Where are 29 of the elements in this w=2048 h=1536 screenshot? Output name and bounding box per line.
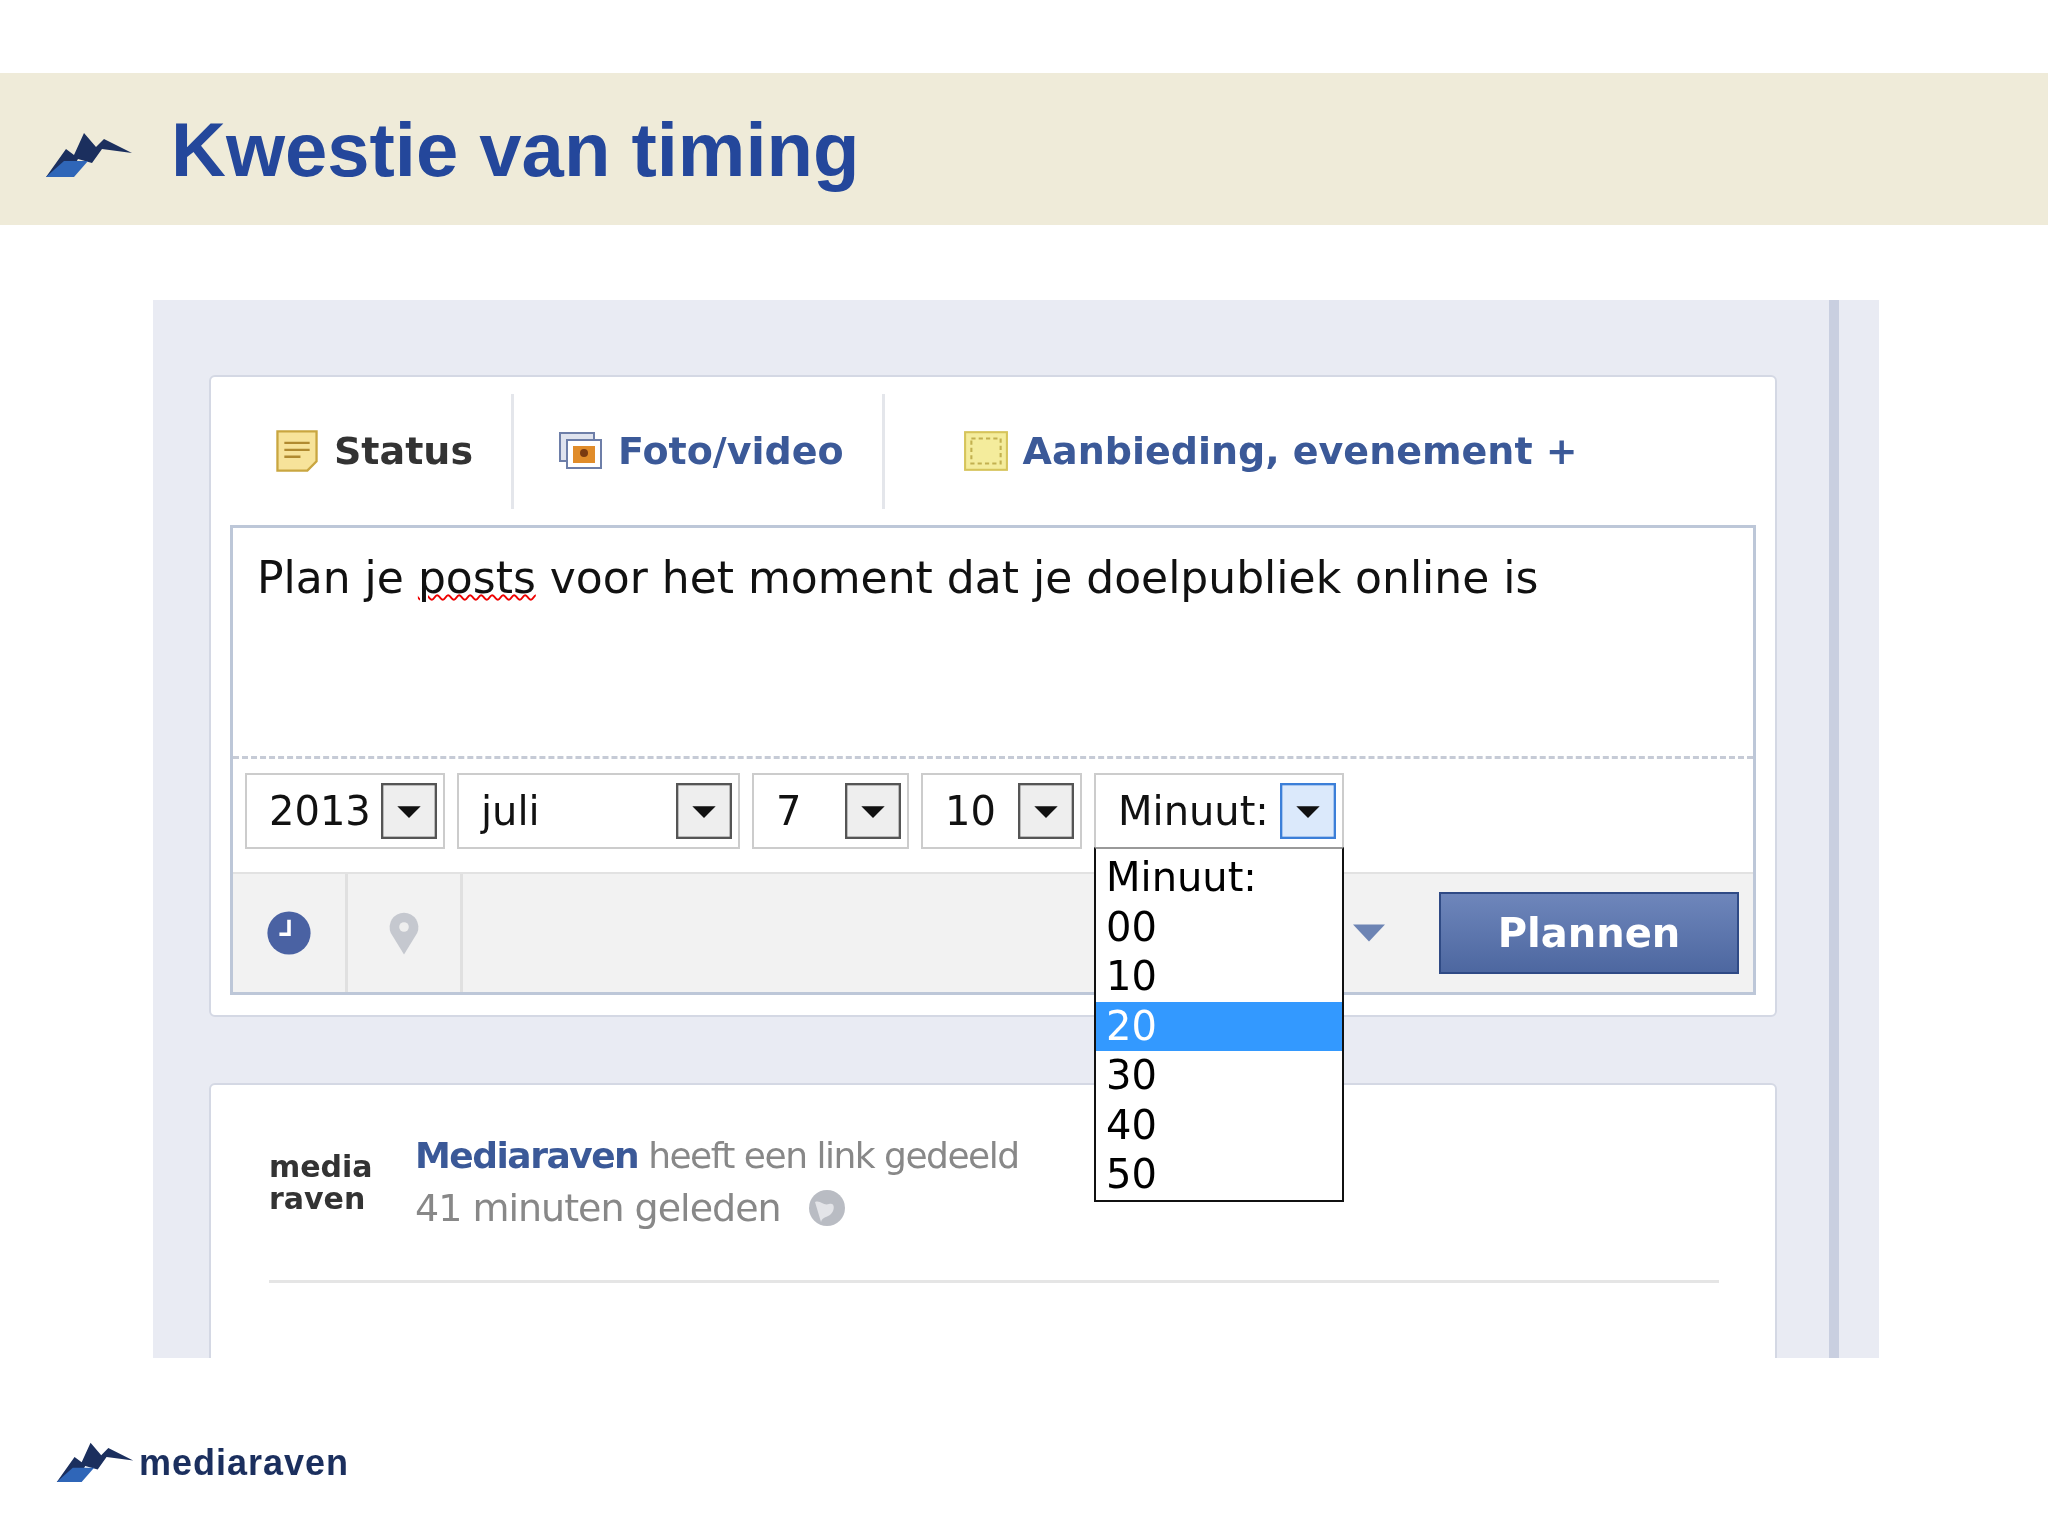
dropdown-select[interactable]: 2013 (245, 773, 445, 849)
dropdown-select[interactable]: 10 (921, 773, 1082, 849)
composer-tab[interactable]: Foto/video (514, 393, 885, 509)
avatar-logo: media raven (269, 1150, 374, 1215)
dropdown-option[interactable]: 30 (1096, 1051, 1342, 1101)
post-text[interactable]: Plan je posts voor het moment dat je doelpubliek online is (233, 528, 1753, 756)
post-time[interactable]: 41 minuten geleden (415, 1186, 781, 1230)
caret-icon (845, 783, 901, 839)
dropdown-select[interactable]: juli (457, 773, 740, 849)
author-link[interactable]: Mediaraven (415, 1135, 639, 1176)
footer-logo-text: mediaraven (139, 1442, 350, 1484)
caret-icon[interactable] (1353, 924, 1385, 942)
dropdown-option[interactable]: 40 (1096, 1100, 1342, 1150)
caret-icon (1018, 783, 1074, 839)
dropdown-option[interactable]: 00 (1096, 902, 1342, 952)
dropdown-select[interactable]: 7 (752, 773, 909, 849)
slide-title: Kwestie van timing (171, 105, 860, 193)
composer-tab[interactable]: Status (230, 393, 514, 509)
globe-icon (806, 1188, 847, 1228)
caret-icon (1280, 783, 1336, 839)
clock-icon[interactable] (265, 909, 313, 957)
dropdown-option[interactable]: 50 (1096, 1150, 1342, 1200)
composer-tab[interactable]: Aanbieding, evenement + (884, 393, 1616, 509)
schedule-button[interactable]: Plannen (1439, 892, 1739, 974)
caret-icon (381, 783, 437, 839)
caret-icon (676, 783, 732, 839)
dropdown-option[interactable]: Minuut: (1096, 853, 1342, 903)
dropdown-option[interactable]: 10 (1096, 952, 1342, 1002)
post-action: heeft een link gedeeld (648, 1135, 1019, 1176)
